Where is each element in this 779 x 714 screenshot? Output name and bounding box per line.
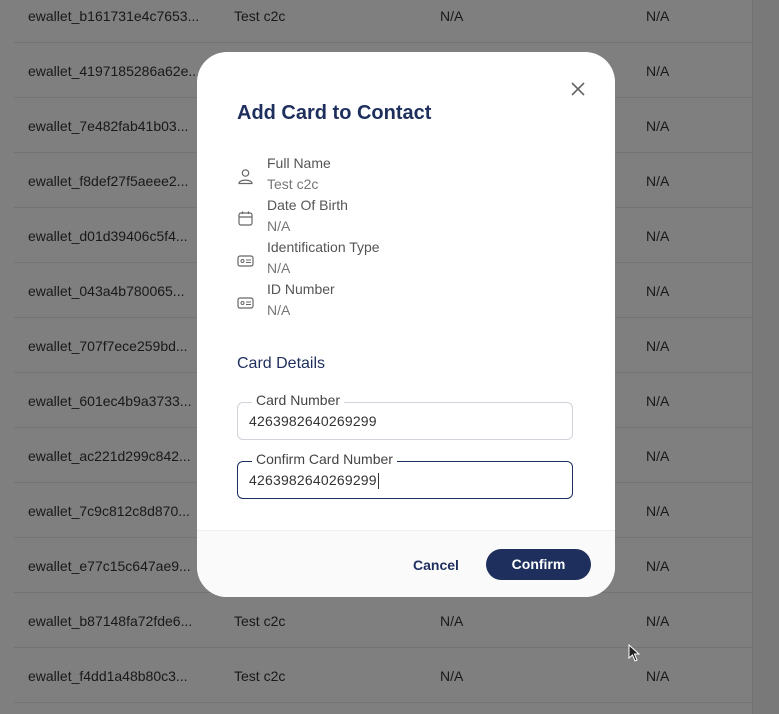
dob-value: N/A: [267, 218, 291, 234]
id-type-value: N/A: [267, 260, 291, 276]
mouse-cursor-icon: [628, 644, 640, 662]
dob-label: Date Of Birth: [267, 197, 348, 213]
close-icon: [571, 82, 585, 96]
confirm-card-number-field[interactable]: Confirm Card Number 4263982640269299: [237, 451, 573, 499]
confirm-card-number-value: 4263982640269299: [249, 472, 377, 488]
close-button[interactable]: [567, 78, 589, 100]
id-type-item: Identification Type N/A: [237, 239, 567, 279]
confirm-card-number-label: Confirm Card Number: [252, 451, 397, 467]
id-number-label: ID Number: [267, 281, 335, 297]
id-number-item: ID Number N/A: [237, 281, 567, 321]
id-card-icon: [237, 297, 254, 309]
confirm-button[interactable]: Confirm: [486, 549, 591, 580]
confirm-card-number-input: 4263982640269299: [249, 472, 379, 490]
full-name-value: Test c2c: [267, 176, 319, 192]
card-details-title: Card Details: [237, 355, 326, 372]
modal-title: Add Card to Contact: [237, 102, 432, 124]
modal-footer: Cancel Confirm: [197, 530, 615, 597]
id-number-value: N/A: [267, 302, 291, 318]
id-type-label: Identification Type: [267, 239, 380, 255]
calendar-icon: [238, 211, 253, 226]
dob-item: Date Of Birth N/A: [237, 197, 567, 237]
cancel-button[interactable]: Cancel: [395, 549, 477, 581]
card-number-label: Card Number: [252, 392, 345, 408]
full-name-item: Full Name Test c2c: [237, 155, 567, 195]
add-card-modal: Add Card to Contact Full Name Test c2c D…: [197, 52, 615, 597]
person-icon: [238, 169, 253, 185]
text-caret: [377, 473, 379, 490]
id-card-icon: [237, 255, 254, 267]
card-number-field[interactable]: Card Number 4263982640269299: [237, 392, 573, 440]
full-name-label: Full Name: [267, 155, 331, 171]
card-number-value: 4263982640269299: [249, 413, 377, 429]
